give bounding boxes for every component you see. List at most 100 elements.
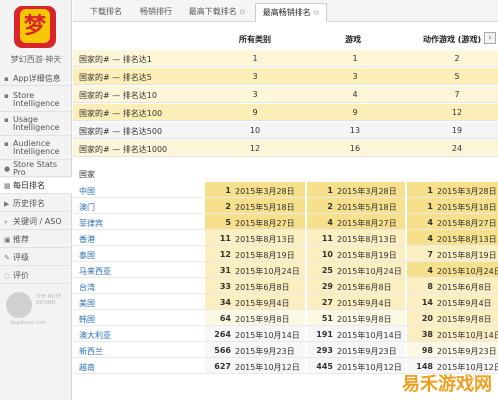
country-link[interactable]: 新西兰 — [79, 346, 103, 357]
country-link[interactable]: 越南 — [79, 362, 95, 373]
rank-date: 2015年5月18日 — [437, 203, 497, 212]
country-row: 新西兰 566 2015年9月23日 293 2015年9月23日 98 2015年9月23… — [73, 342, 498, 358]
summary-cell: 5 — [454, 72, 460, 81]
summary-cell: 9 — [352, 108, 358, 117]
rank-cell: 25 2015年10月24日 — [307, 262, 405, 277]
rank-value: 2 — [327, 202, 333, 211]
country-link[interactable]: 澳门 — [79, 202, 95, 213]
sidebar-item-label: Store Stats Pro — [12, 160, 58, 177]
rank-cell: 10 2015年8月19日 — [307, 246, 405, 261]
rank-cell: 14 2015年9月4日 — [407, 294, 498, 309]
rank-date: 2015年8月13日 — [437, 235, 497, 244]
rank-date: 2015年8月19日 — [235, 251, 295, 260]
sidebar-item-reviews[interactable]: ◌ 评价 — [0, 268, 72, 284]
rank-date: 2015年9月8日 — [235, 315, 290, 324]
rank-cell: 7 2015年8月19日 — [407, 246, 498, 261]
tab-download-ranking[interactable]: 下载排名 — [83, 3, 129, 22]
column-header-games: 游戏 — [345, 35, 361, 44]
rank-date: 2015年10月24日 — [437, 267, 498, 276]
tab-grossing-ranking[interactable]: 畅销排行 — [133, 3, 179, 22]
sidebar-item-store-stats-pro[interactable]: ● Store Stats Pro — [0, 160, 72, 177]
country-row: 香港 11 2015年8月13日 11 2015年8月13日 4 2015年8月13日 — [73, 230, 498, 246]
summary-row: 国家的# — 排名达100 9 9 12 — [73, 104, 498, 121]
sidebar-item-rating[interactable]: ✎ 评级 — [0, 250, 72, 266]
usage-intelligence-icon: ▪ — [4, 116, 9, 124]
rank-date: 2015年5月18日 — [337, 203, 397, 212]
tab-top-grossing-ranking[interactable]: 最高畅销排名 ⊙ — [255, 3, 327, 22]
scroll-right-icon[interactable]: › — [484, 32, 496, 44]
calendar-icon: ▦ — [4, 181, 11, 190]
rank-date: 2015年9月4日 — [337, 299, 392, 308]
country-row: 台湾 33 2015年6月8日 29 2015年6月8日 8 2015年6月8日 — [73, 278, 498, 294]
summary-cell: 7 — [454, 90, 460, 99]
rank-value: 51 — [321, 314, 333, 323]
sidebar-item-audience-intelligence[interactable]: ▪ Audience Intelligence — [0, 140, 72, 160]
rank-value: 12 — [219, 250, 231, 259]
summary-row-label: 国家的# — 排名达1 — [79, 55, 152, 64]
country-link[interactable]: 马来西亚 — [79, 266, 111, 277]
rank-cell: 191 2015年10月14日 — [307, 326, 405, 341]
rank-value: 1 — [225, 186, 231, 195]
rank-cell: 5 2015年8月27日 — [205, 214, 305, 229]
rank-cell: 1 2015年5月18日 — [407, 198, 498, 213]
sidebar-item-usage-intelligence[interactable]: ▪ Usage Intelligence — [0, 116, 72, 136]
sidebar-item-history-ranking[interactable]: ▶ 历史排名 — [0, 196, 72, 212]
rank-cell: 627 2015年10月12日 — [205, 358, 305, 373]
rank-date: 2015年10月14日 — [337, 331, 402, 340]
tab-label: 畅销排行 — [140, 7, 172, 16]
rank-date: 2015年9月4日 — [235, 299, 290, 308]
sidebar: 梦 梦幻西游·神天 ▪ App详细信息 ▪ Store Intelligence… — [0, 0, 72, 400]
sidebar-item-label: Store Intelligence — [13, 91, 60, 108]
rank-value: 10 — [321, 250, 333, 259]
rank-cell: 2 2015年5月18日 — [307, 198, 405, 213]
rank-cell: 31 2015年10月24日 — [205, 262, 305, 277]
country-link[interactable]: 澳大利亚 — [79, 330, 111, 341]
rank-date: 2015年8月19日 — [337, 251, 397, 260]
sidebar-item-label: 关键词 / ASO — [13, 216, 62, 226]
summary-cell: 13 — [349, 126, 361, 135]
rank-date: 2015年6月8日 — [437, 283, 492, 292]
country-link[interactable]: 菲律宾 — [79, 218, 103, 229]
sidebar-item-label: Usage Intelligence — [13, 115, 60, 132]
country-link[interactable]: 中国 — [79, 186, 95, 197]
rank-date: 2015年9月23日 — [437, 347, 497, 356]
sidebar-item-keywords-aso[interactable]: ⌕ 关键词 / ASO — [0, 214, 72, 230]
rank-date: 2015年10月14日 — [235, 331, 300, 340]
rank-cell: 4 2015年8月13日 — [407, 230, 498, 245]
summary-cell: 1 — [352, 54, 358, 63]
tab-top-download-ranking[interactable]: 最高下载排名 ⊙ — [181, 3, 253, 22]
rank-cell: 4 2015年8月27日 — [307, 214, 405, 229]
rank-value: 566 — [214, 346, 231, 355]
rank-value: 25 — [321, 266, 333, 275]
summary-row: 国家的# — 排名达1 1 1 2 — [73, 50, 498, 67]
tab-label: 最高下载排名 — [188, 7, 237, 16]
country-link[interactable]: 美国 — [79, 298, 95, 309]
country-row: 美国 34 2015年9月4日 27 2015年9月4日 14 2015年9月4日 — [73, 294, 498, 310]
country-link[interactable]: 韩国 — [79, 314, 95, 325]
rank-value: 4 — [427, 218, 433, 227]
summary-row: 国家的# — 排名达10 3 4 7 — [73, 86, 498, 103]
rank-cell: 38 2015年10月14日 — [407, 326, 498, 341]
sidebar-item-store-intelligence[interactable]: ▪ Store Intelligence — [0, 92, 72, 112]
app-icon[interactable]: 梦 — [14, 6, 56, 48]
sidebar-item-app-details[interactable]: ▪ App详细信息 — [0, 72, 72, 86]
rank-date: 2015年8月13日 — [235, 235, 295, 244]
column-header-all-categories: 所有类别 — [239, 35, 271, 44]
sidebar-item-label: 历史排名 — [13, 198, 45, 208]
sidebar-item-daily-ranking[interactable]: ▦ 每日排名 — [0, 178, 72, 194]
recommend-icon: ▣ — [4, 235, 11, 244]
rank-date: 2015年6月8日 — [235, 283, 290, 292]
rank-date: 2015年10月24日 — [235, 267, 300, 276]
sidebar-item-recommend[interactable]: ▣ 推荐 — [0, 232, 72, 248]
country-link[interactable]: 泰国 — [79, 250, 95, 261]
tab-label: 最高畅销排名 — [262, 8, 311, 17]
country-link[interactable]: 香港 — [79, 234, 95, 245]
country-row: 马来西亚 31 2015年10月24日 25 2015年10月24日 4 2015年10月2… — [73, 262, 498, 278]
app-icon-glyph: 梦 — [20, 9, 50, 43]
summary-row-label: 国家的# — 排名达5 — [79, 73, 152, 82]
logo-figure-icon — [6, 292, 32, 318]
summary-cell: 12 — [249, 144, 261, 153]
rank-value: 4 — [427, 266, 433, 275]
summary-row-label: 国家的# — 排名达10 — [79, 91, 157, 100]
country-link[interactable]: 台湾 — [79, 282, 95, 293]
